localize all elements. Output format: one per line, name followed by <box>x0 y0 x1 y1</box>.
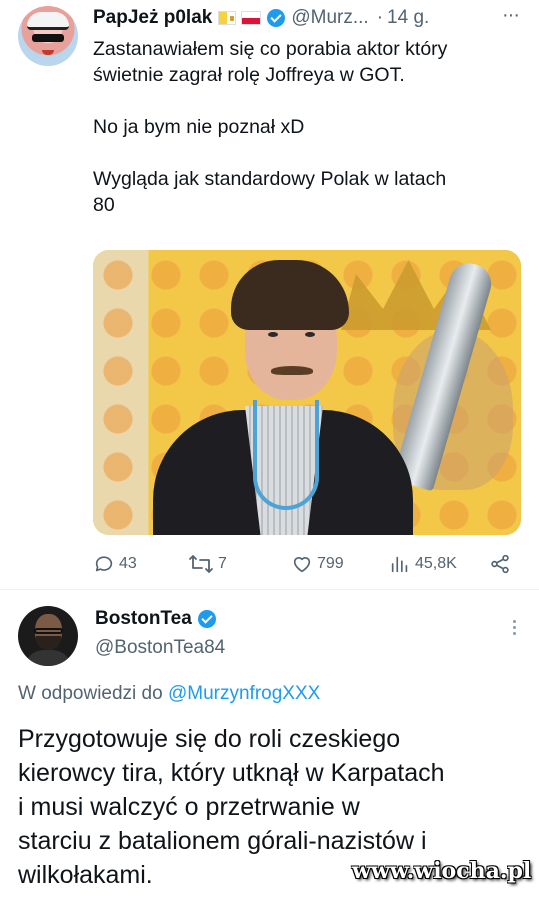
tweet-header: PapJeż p0lak @Murz... · 14 g. <box>93 6 429 30</box>
like-button[interactable]: 799 <box>291 550 344 578</box>
author-avatar[interactable] <box>18 6 78 66</box>
avatar-glasses <box>32 34 64 42</box>
reply-text-line: Przygotowuje się do roli czeskiego <box>18 725 401 753</box>
like-count: 799 <box>317 555 344 572</box>
avatar-hat <box>27 12 69 30</box>
share-icon <box>491 554 509 574</box>
tweet[interactable]: PapJeż p0lak @Murz... · 14 g. ··· Zastan… <box>0 0 539 590</box>
tweet-text-line: 80 <box>93 194 115 216</box>
reply-author-name[interactable]: BostonTea <box>95 608 192 630</box>
tweet-text: Zastanawiałem się co porabia aktor który… <box>93 36 523 218</box>
author-handle[interactable]: @Murz... <box>291 7 368 29</box>
reply-author-avatar[interactable] <box>18 606 78 666</box>
avatar-body <box>24 650 72 666</box>
more-icon[interactable] <box>511 620 517 640</box>
reply-count: 43 <box>119 555 137 572</box>
watermark: www.wiocha.pl <box>352 858 532 884</box>
replying-to: W odpowiedzi do @MurzynfrogXXX <box>18 683 320 705</box>
reply-text-line: i musi walczyć o przetrwanie w <box>18 793 360 821</box>
like-icon <box>293 557 311 573</box>
retweet-count: 7 <box>218 555 227 572</box>
tweet-text-line: Zastanawiałem się co porabia aktor który <box>93 38 448 60</box>
tweet-time[interactable]: 14 g. <box>387 7 429 29</box>
tweet-photo[interactable] <box>93 250 521 535</box>
photo-eye <box>268 332 278 337</box>
avatar-beard <box>36 636 61 650</box>
avatar-mouth <box>42 50 54 55</box>
replying-prefix: W odpowiedzi do <box>18 683 163 704</box>
vatican-flag-icon <box>218 11 237 25</box>
photo-lanyard <box>253 400 319 510</box>
views-count: 45,8K <box>415 555 457 572</box>
author-name[interactable]: PapJeż p0lak <box>93 7 212 29</box>
reply-icon <box>95 556 113 572</box>
photo-eye <box>305 332 315 337</box>
views-button[interactable]: 45,8K <box>389 550 457 578</box>
poland-flag-icon <box>241 11 262 25</box>
photo-mustache <box>271 366 313 375</box>
views-icon <box>391 556 408 573</box>
reply-author-name-row: BostonTea <box>95 608 216 630</box>
photo-person <box>153 260 413 535</box>
more-icon[interactable]: ··· <box>502 4 520 27</box>
retweet-icon <box>189 555 213 573</box>
tweet-text-line: świetnie zagrał rolę Joffreya w GOT. <box>93 64 405 86</box>
avatar-glasses <box>34 628 63 634</box>
verified-badge-icon <box>267 9 286 27</box>
retweet-button[interactable]: 7 <box>188 550 227 578</box>
reply-author-handle[interactable]: @BostonTea84 <box>95 637 225 659</box>
reply-text-line: kierowcy tira, który utknął w Karpatach <box>18 759 445 787</box>
replying-mention[interactable]: @MurzynfrogXXX <box>168 683 320 704</box>
reply-text-line: starciu z batalionem górali-nazistów i <box>18 827 427 855</box>
photo-hair <box>231 260 349 330</box>
reply-button[interactable]: 43 <box>93 550 137 578</box>
verified-badge-icon <box>197 610 216 628</box>
share-button[interactable] <box>489 550 511 578</box>
separator-dot: · <box>376 7 384 28</box>
tweet-actions: 43 7 799 45,8K <box>93 550 523 578</box>
tweet-text-line: Wygląda jak standardowy Polak w latach <box>93 168 447 190</box>
divider <box>0 589 539 590</box>
tweet-text-line: No ja bym nie poznał xD <box>93 116 305 138</box>
